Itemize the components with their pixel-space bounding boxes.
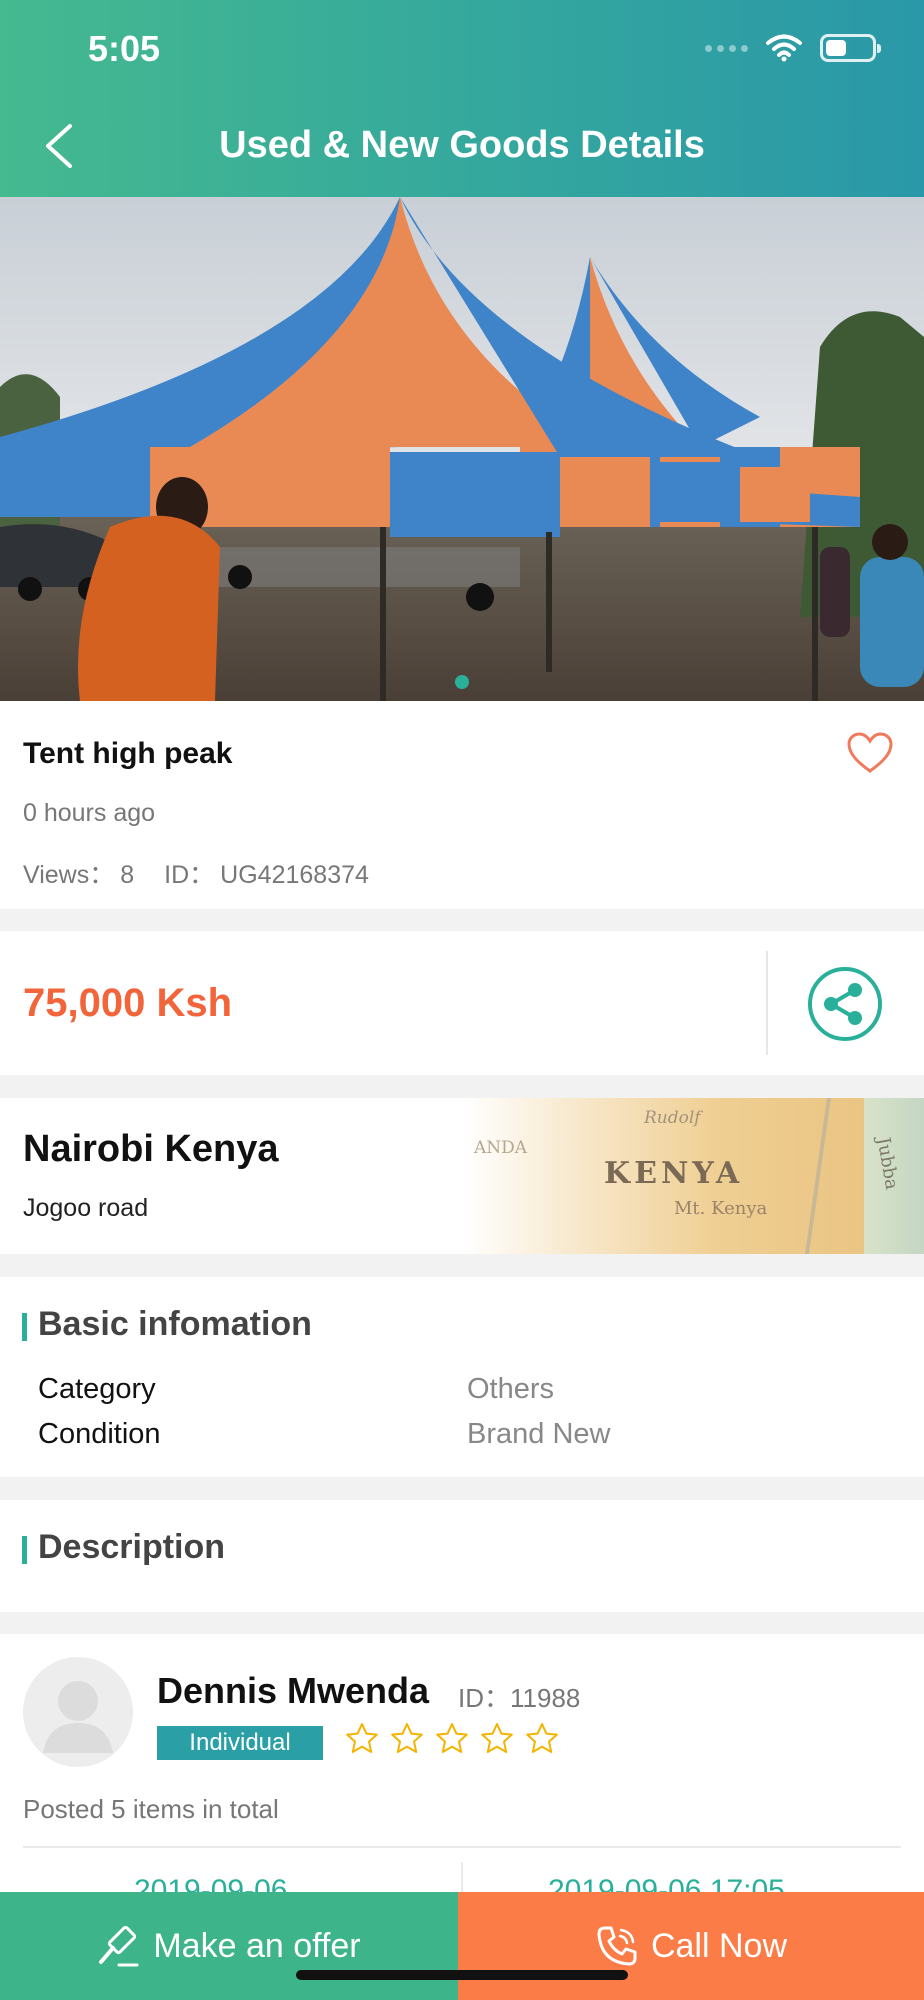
make-offer-button[interactable]: Make an offer (0, 1892, 458, 2000)
description-card: Description (0, 1500, 924, 1612)
call-now-label: Call Now (650, 1926, 788, 1965)
item-id-label: ID： (164, 861, 215, 889)
item-title: Tent high peak (23, 737, 233, 770)
seller-name: Dennis Mwenda (157, 1670, 430, 1711)
signal-icon (705, 44, 748, 52)
views-count: 8 (120, 861, 135, 889)
star-icon (481, 1723, 513, 1753)
info-label: Category (38, 1373, 156, 1405)
product-photo[interactable] (0, 197, 924, 701)
seller-id-label: ID： (458, 1683, 511, 1713)
price-card: 75,000 Ksh (0, 931, 924, 1075)
call-now-button[interactable]: Call Now (458, 1892, 924, 2000)
seller-id-value: 11988 (510, 1683, 581, 1713)
battery-level (826, 40, 846, 56)
gavel-icon (99, 1925, 139, 1967)
info-value: Brand New (467, 1418, 611, 1450)
app-header: 5:05 Used & New Goods Details (0, 0, 924, 197)
description-heading: Description (38, 1528, 226, 1566)
share-button[interactable] (807, 966, 883, 1042)
status-time: 5:05 (88, 28, 161, 69)
star-icon (526, 1723, 558, 1753)
divider (766, 951, 768, 1055)
make-offer-label: Make an offer (153, 1926, 361, 1965)
location-road: Jogoo road (23, 1194, 149, 1222)
map-border-line (805, 1098, 831, 1254)
section-marker (22, 1536, 27, 1564)
star-icon (346, 1723, 378, 1753)
divider (23, 1846, 901, 1848)
basic-info-heading: Basic infomation (38, 1305, 312, 1343)
posted-time: 0 hours ago (23, 799, 156, 827)
views-label: Views： (23, 861, 115, 889)
map-text-country: KENYA (604, 1156, 744, 1191)
basic-info-card: Basic infomation Category Others Conditi… (0, 1277, 924, 1477)
info-value: Others (467, 1373, 555, 1405)
posted-count: Posted 5 items in total (23, 1794, 279, 1824)
battery-icon (820, 34, 881, 62)
price: 75,000 Ksh (23, 981, 233, 1025)
seller-id: ID：11988 (458, 1678, 580, 1715)
tent-photo-illustration (0, 197, 924, 701)
section-marker (22, 1313, 27, 1341)
phone-icon (597, 1926, 637, 1966)
avatar[interactable] (23, 1657, 133, 1767)
location-card[interactable]: ANDA Rudolf KENYA Mt. Kenya Jubba Nairob… (0, 1098, 924, 1254)
page-title: Used & New Goods Details (219, 124, 705, 166)
star-icon (436, 1723, 468, 1753)
user-placeholder-icon (43, 1681, 113, 1753)
map-text-mountain: Mt. Kenya (674, 1198, 768, 1219)
bottom-action-bar: Make an offer Call Now (0, 1892, 924, 2000)
star-icon (391, 1723, 423, 1753)
seller-rating (345, 1722, 559, 1756)
location-city: Nairobi Kenya (23, 1128, 279, 1170)
info-label: Condition (38, 1418, 161, 1450)
map-text-top: Rudolf (644, 1108, 701, 1128)
item-id-value: UG42168374 (220, 861, 369, 889)
map-text-side: ANDA (474, 1138, 528, 1158)
item-summary-card: Tent high peak 0 hours ago Views： 8 ID： UG4… (0, 701, 924, 909)
seller-type-badge: Individual (157, 1726, 323, 1760)
map-thumbnail: ANDA Rudolf KENYA Mt. Kenya Jubba (464, 1098, 924, 1254)
views-and-id: Views： 8 ID： UG42168374 (23, 855, 375, 891)
gallery-page-indicator[interactable] (455, 675, 469, 689)
status-icons (705, 34, 881, 62)
home-indicator[interactable] (296, 1970, 628, 1980)
favorite-heart-icon[interactable] (846, 731, 894, 775)
wifi-icon (766, 34, 802, 62)
